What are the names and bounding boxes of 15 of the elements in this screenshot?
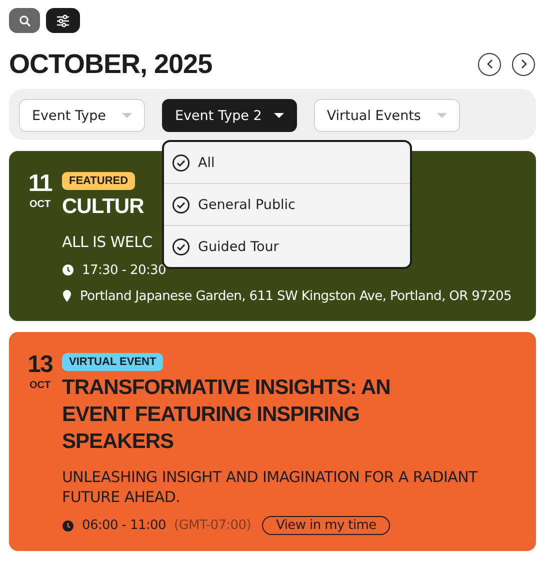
- event-title: CULTUR: [62, 194, 144, 220]
- event-time: 17:30 - 20:30: [82, 262, 166, 278]
- event-month: OCT: [29, 380, 51, 391]
- event-day: 13: [28, 352, 52, 378]
- event-tag: VIRTUAL EVENT: [62, 353, 164, 371]
- event-month: OCT: [29, 199, 51, 210]
- event-subtitle: ALL IS WELC: [62, 232, 152, 252]
- month-heading: OCTOBER, 2025: [9, 49, 212, 79]
- event-day: 11: [28, 171, 52, 197]
- event-tag: FEATURED: [62, 172, 136, 190]
- event-title: TRANSFORMATIVE INSIGHTS: AN EVENT FEATURING INSPIRING SPEAKERS: [62, 375, 392, 455]
- event-address: Portland Japanese Garden, 611 SW Kingston Ave, Portland, OR 97205: [80, 288, 512, 304]
- event-subtitle: UNLEASHING INSIGHT AND IMAGINATION FOR A RADIANT FUTURE AHEAD.: [62, 467, 479, 507]
- event-timezone: (GMT-07:00): [174, 518, 252, 533]
- event-time: 06:00 - 11:00: [82, 518, 166, 533]
